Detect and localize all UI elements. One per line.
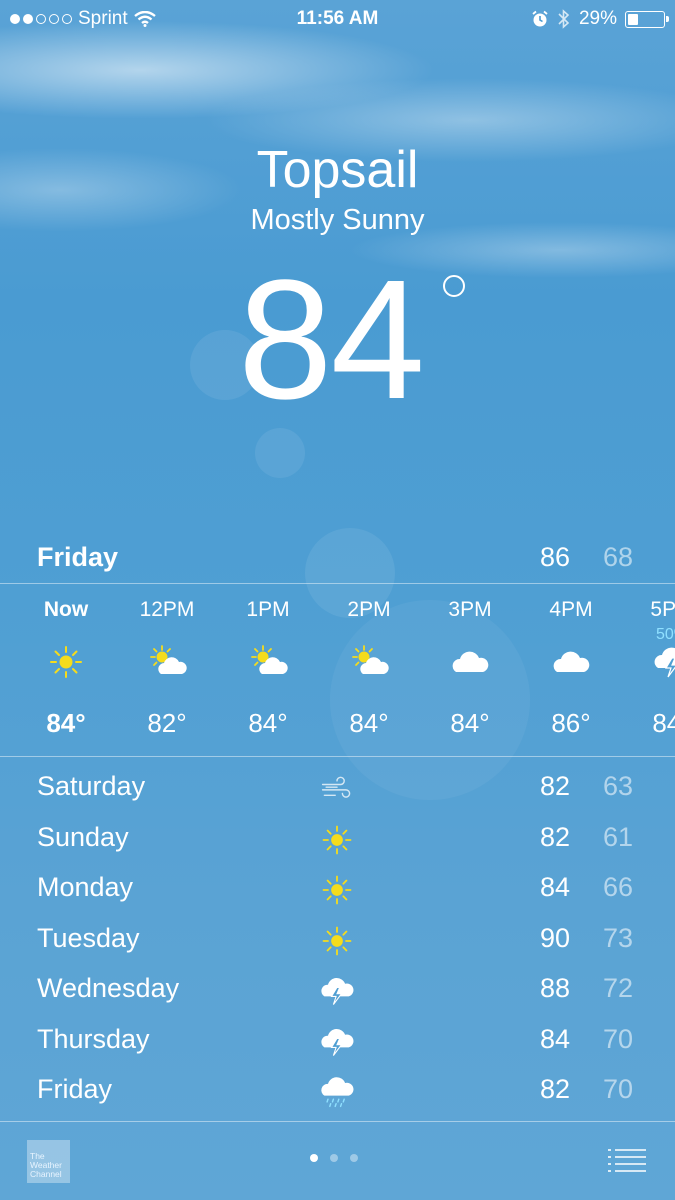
daily-row: Sunday 82 61 [0, 819, 675, 870]
hourly-item: 2PM 84° [319, 584, 419, 756]
battery-percent: 29% [578, 8, 617, 29]
hour-label: 2PM [347, 598, 391, 621]
today-low: 68 [603, 542, 634, 572]
hourly-item: 12PM 82° [117, 584, 217, 756]
lens-flare [255, 428, 305, 478]
hour-temperature: 84° [349, 708, 389, 738]
day-high: 82 [540, 771, 571, 801]
day-low: 61 [603, 821, 634, 852]
thunderstorm-icon [652, 644, 675, 680]
hour-temperature: 84° [652, 708, 675, 738]
page-dot[interactable] [350, 1154, 358, 1162]
sun-icon [319, 924, 355, 958]
day-name: Sunday [37, 821, 129, 852]
hour-label: 12PM [139, 598, 195, 621]
hourly-item: 3PM 84° [420, 584, 520, 756]
rain-icon [319, 1075, 355, 1109]
hour-label: 1PM [246, 598, 290, 621]
hourly-item: 1PM 84° [218, 584, 318, 756]
day-low: 63 [603, 771, 634, 801]
daily-row: Thursday 84 70 [0, 1021, 675, 1072]
day-high: 84 [540, 1023, 571, 1054]
thunderstorm-icon [319, 974, 355, 1008]
hourly-forecast[interactable]: Now 84° 12PM 82° 1PM 84° 2PM 84° 3PM 84° 4PM … [0, 584, 675, 756]
day-name: Wednesday [37, 973, 180, 1003]
city-list-icon[interactable] [606, 1146, 646, 1174]
day-name: Friday [37, 1074, 113, 1104]
partly-cloudy-icon [147, 644, 187, 680]
bluetooth-icon [558, 9, 570, 29]
daily-row: Saturday 82 63 [0, 768, 675, 819]
day-low: 70 [603, 1023, 634, 1054]
hour-temperature: 82° [147, 708, 187, 738]
day-high: 82 [540, 821, 571, 852]
day-high: 88 [540, 973, 571, 1003]
status-bar: Sprint 11:56 AM 29% [0, 0, 675, 38]
today-summary: Friday 86 68 [0, 540, 675, 580]
day-low: 72 [603, 973, 634, 1003]
hourly-item: 4PM 86° [521, 584, 621, 756]
hour-label: Now [43, 598, 89, 621]
current-temperature-value: 84 [238, 245, 425, 435]
day-low: 70 [603, 1074, 634, 1104]
degree-symbol [443, 275, 465, 297]
day-high: 82 [540, 1074, 571, 1104]
today-day: Friday [37, 542, 119, 572]
day-name: Saturday [37, 771, 146, 801]
hourly-item: Now 84° [16, 584, 116, 756]
battery-level [628, 13, 638, 25]
hour-temperature: 84° [450, 708, 490, 738]
thunderstorm-icon [319, 1025, 355, 1059]
sun-icon [46, 644, 86, 680]
bottom-toolbar: The Weather Channel [0, 1122, 675, 1200]
day-name: Thursday [37, 1023, 150, 1054]
hour-temperature: 84° [248, 708, 288, 738]
hour-label: 5PM [650, 598, 675, 621]
daily-row: Friday 82 70 [0, 1071, 675, 1122]
day-low: 73 [603, 922, 634, 953]
city-name: Topsail [256, 141, 419, 199]
day-low: 66 [603, 872, 634, 902]
current-condition: Mostly Sunny [250, 204, 425, 236]
precip-chance: 50% [655, 626, 675, 643]
page-dot[interactable] [310, 1154, 318, 1162]
current-temperature: 84 [238, 255, 465, 425]
daily-forecast[interactable]: Saturday 82 63 Sunday 82 61 Monday 84 66 Tuesd… [0, 768, 675, 1122]
cloud-icon [450, 644, 490, 680]
hour-temperature: 86° [551, 708, 591, 738]
daily-row: Monday 84 66 [0, 869, 675, 920]
partly-cloudy-icon [349, 644, 389, 680]
page-dot[interactable] [330, 1154, 338, 1162]
sun-icon [319, 823, 355, 857]
daily-row: Tuesday 90 73 [0, 920, 675, 971]
day-name: Monday [37, 872, 134, 902]
daily-row: Wednesday 88 72 [0, 970, 675, 1021]
partly-cloudy-icon [248, 644, 288, 680]
divider [0, 756, 675, 757]
hour-temperature: 84° [46, 708, 86, 738]
alarm-icon [532, 10, 548, 27]
sun-icon [319, 873, 355, 907]
cloud-icon [551, 644, 591, 680]
hour-label: 4PM [549, 598, 593, 621]
battery-icon [625, 10, 669, 28]
weather-channel-logo[interactable]: The Weather Channel [27, 1140, 70, 1183]
hourly-item: 5PM 50% 84° [622, 584, 675, 756]
day-high: 84 [540, 872, 571, 902]
day-high: 90 [540, 922, 571, 953]
today-high: 86 [540, 542, 571, 572]
page-indicator[interactable] [310, 1154, 358, 1162]
wind-icon [319, 772, 355, 806]
hour-label: 3PM [448, 598, 492, 621]
day-name: Tuesday [37, 922, 140, 953]
